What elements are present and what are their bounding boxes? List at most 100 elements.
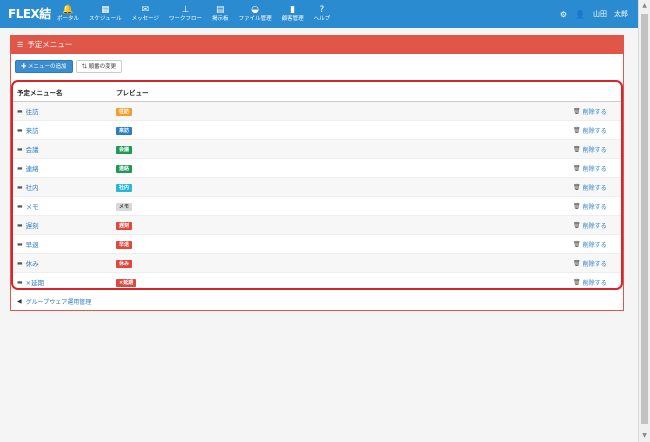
trash-icon: 🗑 [573, 107, 581, 115]
help-icon: ? [319, 5, 325, 15]
trash-icon: 🗑 [573, 164, 581, 172]
reorder-button[interactable]: ⇅ 順番の変更 [75, 60, 123, 73]
header-preview: プレビュー [116, 88, 149, 97]
card-icon: ▬ [17, 202, 23, 210]
trash-icon: 🗑 [573, 202, 581, 210]
user-icon: 👤 [575, 9, 585, 19]
delete-label: 削除する [582, 279, 607, 287]
caret-left-icon: ◀ [17, 298, 22, 305]
schedule-menu-panel: ☰ 予定メニュー ✚ メニューの追加 ⇅ 順番の変更 予定メニュー名 プレビュー… [10, 35, 624, 311]
menu-name-link[interactable]: 連絡 [26, 163, 39, 173]
delete-button[interactable]: 🗑 削除する [573, 183, 621, 192]
add-menu-button[interactable]: ✚ メニューの追加 [15, 60, 73, 73]
trash-icon: 🗑 [573, 278, 581, 286]
table-row: ▬ 来訪 来訪 🗑 削除する [13, 121, 621, 140]
top-navbar: FLEX結 🔔 ポータル ▦ スケジュール ✉ メッセージ ⊥ ワークフロー ▤ 掲示板 ◒ ファイル… [0, 0, 638, 28]
menu-name-cell: ▬ 会議 [13, 144, 116, 155]
nav-item-folder[interactable]: ◒ ファイル管理 [234, 0, 277, 28]
card-icon: ▬ [17, 107, 23, 115]
settings-icon[interactable]: ⚙ [560, 10, 567, 19]
menu-table: 予定メニュー名 プレビュー ▬ 往訪 往訪 🗑 削除する ▬ 来訪 来訪 🗑 削除する ▬ 会議 会議 🗑… [11, 80, 623, 290]
menu-name-link[interactable]: ×延期 [26, 277, 44, 287]
nav-item-bell[interactable]: 🔔 ポータル [52, 0, 84, 28]
nav-item-label: ヘルプ [313, 16, 331, 22]
delete-label: 削除する [582, 222, 607, 230]
delete-button[interactable]: 🗑 削除する [573, 202, 621, 211]
trash-icon: 🗑 [573, 240, 581, 248]
delete-button[interactable]: 🗑 削除する [573, 107, 621, 116]
preview-cell: ×延期 [116, 278, 573, 287]
preview-badge: 早退 [116, 240, 133, 249]
vertical-scrollbar[interactable]: ▲ ▼ [638, 0, 650, 442]
menu-name-cell: ▬ 来訪 [13, 125, 116, 136]
delete-label: 削除する [582, 127, 607, 135]
table-row: ▬ 会議 会議 🗑 削除する [13, 140, 621, 159]
menu-name-link[interactable]: 早退 [26, 239, 39, 249]
preview-cell: 早退 [116, 240, 573, 249]
scroll-up-icon[interactable]: ▲ [639, 0, 650, 12]
card-icon: ▬ [17, 126, 23, 134]
nav-item-help[interactable]: ? ヘルプ [309, 0, 336, 28]
preview-cell: メモ [116, 202, 573, 211]
preview-cell: 社内 [116, 183, 573, 192]
card-icon: ▬ [17, 259, 23, 267]
menu-name-cell: ▬ メモ [13, 201, 116, 212]
preview-cell: 連絡 [116, 164, 573, 173]
nav-item-stamp[interactable]: ⊥ ワークフロー [164, 0, 207, 28]
calendar-icon: ▦ [101, 5, 110, 15]
table-header: 予定メニュー名 プレビュー [13, 82, 621, 102]
trash-icon: 🗑 [573, 145, 581, 153]
nav-item-envelope[interactable]: ✉ メッセージ [127, 0, 164, 28]
delete-button[interactable]: 🗑 削除する [573, 164, 621, 173]
nav-item-book[interactable]: ▮ 顧客管理 [277, 0, 309, 28]
table-row: ▬ 社内 社内 🗑 削除する [13, 178, 621, 197]
delete-label: 削除する [582, 108, 607, 116]
delete-button[interactable]: 🗑 削除する [573, 145, 621, 154]
table-body: ▬ 往訪 往訪 🗑 削除する ▬ 来訪 来訪 🗑 削除する ▬ 会議 会議 🗑 削除する ▬ 連絡 連絡 🗑 削除する… [13, 102, 621, 288]
brand-logo[interactable]: FLEX結 [0, 0, 52, 28]
delete-button[interactable]: 🗑 削除する [573, 221, 621, 230]
menu-name-cell: ▬ 休み [13, 258, 116, 269]
card-icon: ▬ [17, 278, 23, 286]
menu-name-link[interactable]: 来訪 [26, 125, 39, 135]
table-row: ▬ メモ メモ 🗑 削除する [13, 197, 621, 216]
menu-name-link[interactable]: 遅刻 [26, 220, 39, 230]
delete-label: 削除する [582, 146, 607, 154]
menu-name-link[interactable]: 休み [26, 258, 39, 268]
preview-badge: ×延期 [116, 278, 137, 287]
table-row: ▬ 早退 早退 🗑 削除する [13, 235, 621, 254]
nav-item-calendar[interactable]: ▦ スケジュール [84, 0, 127, 28]
preview-badge: 会議 [116, 145, 133, 154]
delete-button[interactable]: 🗑 削除する [573, 240, 621, 249]
menu-name-link[interactable]: 社内 [26, 182, 39, 192]
delete-label: 削除する [582, 260, 607, 268]
preview-cell: 来訪 [116, 126, 573, 135]
preview-cell: 会議 [116, 145, 573, 154]
preview-badge: 休み [116, 259, 133, 268]
user-name[interactable]: 山田 太郎 [593, 9, 628, 19]
table-row: ▬ 休み 休み 🗑 削除する [13, 254, 621, 273]
preview-badge: 連絡 [116, 164, 133, 173]
delete-button[interactable]: 🗑 削除する [573, 126, 621, 135]
list-icon: ☰ [17, 41, 24, 49]
toolbar: ✚ メニューの追加 ⇅ 順番の変更 [11, 54, 623, 73]
delete-button[interactable]: 🗑 削除する [573, 278, 621, 287]
back-link[interactable]: ◀ グループウェア運用管理 [17, 297, 91, 306]
preview-badge: 社内 [116, 183, 133, 192]
card-icon: ▬ [17, 183, 23, 191]
preview-badge: 往訪 [116, 107, 133, 116]
panel-header: ☰ 予定メニュー [11, 36, 623, 54]
card-icon: ▬ [17, 145, 23, 153]
trash-icon: 🗑 [573, 221, 581, 229]
nav-item-label: 顧客管理 [281, 16, 304, 22]
delete-button[interactable]: 🗑 削除する [573, 259, 621, 268]
menu-name-link[interactable]: 会議 [26, 144, 39, 154]
scroll-down-icon[interactable]: ▼ [639, 430, 650, 442]
stamp-icon: ⊥ [181, 5, 190, 15]
menu-name-link[interactable]: 往訪 [26, 106, 39, 116]
scroll-thumb[interactable] [641, 14, 648, 424]
card-icon: ▬ [17, 164, 23, 172]
table-row: ▬ 連絡 連絡 🗑 削除する [13, 159, 621, 178]
nav-item-board[interactable]: ▤ 掲示板 [207, 0, 234, 28]
menu-name-link[interactable]: メモ [26, 201, 39, 211]
